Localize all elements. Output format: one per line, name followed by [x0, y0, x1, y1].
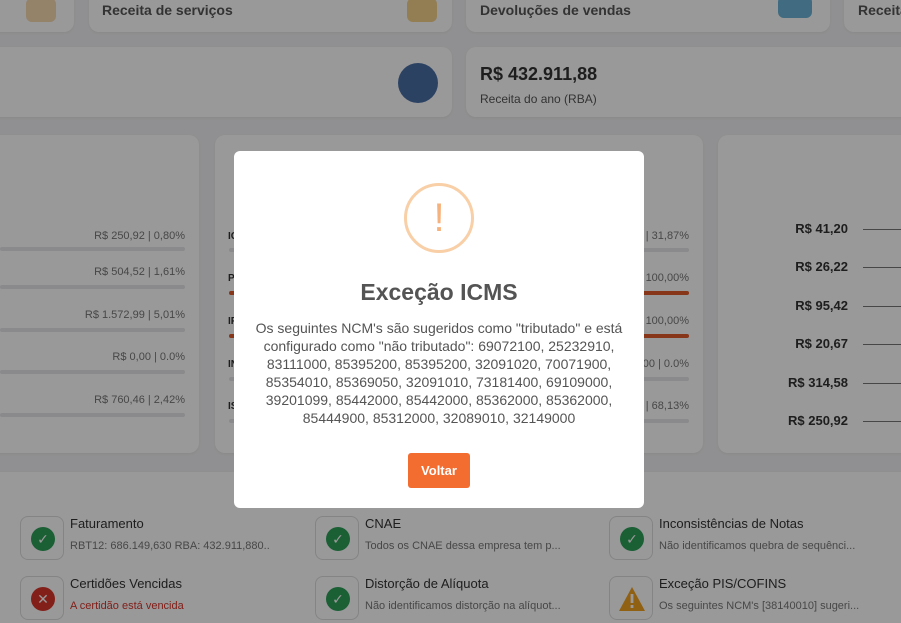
dialog-message: Os seguintes NCM's são sugeridos como "t… [255, 320, 623, 426]
icms-exception-dialog: ! Exceção ICMS Os seguintes NCM's são su… [234, 151, 644, 508]
exclamation-icon: ! [404, 183, 474, 253]
dialog-title: Exceção ICMS [360, 279, 518, 305]
back-button[interactable]: Voltar [408, 453, 470, 488]
